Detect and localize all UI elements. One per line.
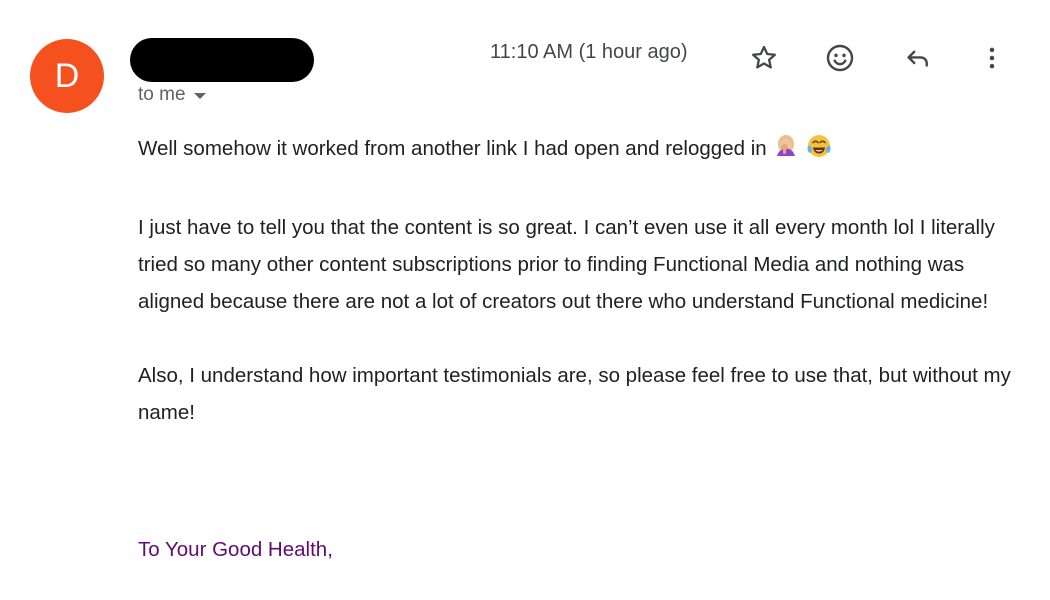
add-reaction-button[interactable]: [820, 38, 860, 78]
reply-button[interactable]: [898, 38, 938, 78]
recipient-label: to me: [138, 84, 186, 105]
star-button[interactable]: [744, 38, 784, 78]
message-paragraph-text: Well somehow it worked from another link…: [138, 137, 767, 160]
woman-facepalming-emoji: [772, 132, 800, 172]
more-options-icon: [989, 47, 995, 69]
chevron-down-icon: [193, 93, 206, 99]
message-body: Well somehow it worked from another link…: [138, 130, 1018, 468]
message-paragraph: I just have to tell you that the content…: [138, 216, 995, 313]
star-icon: [752, 45, 776, 69]
reply-icon: [907, 50, 928, 67]
signature-line: To Your Good Health,: [138, 538, 333, 561]
face-with-tears-of-joy-emoji: [805, 132, 833, 172]
emoji-reaction-icon: [826, 44, 854, 72]
message-paragraph: Also, I understand how important testimo…: [138, 364, 1011, 424]
recipient-details-toggle[interactable]: to me: [138, 84, 206, 106]
message-paragraph: Well somehow it worked from another link…: [138, 130, 1018, 172]
sender-name-redacted: [130, 38, 314, 82]
more-options-button[interactable]: [972, 38, 1012, 78]
message-timestamp: 11:10 AM (1 hour ago): [490, 41, 688, 63]
avatar-initial: D: [54, 57, 80, 95]
sender-avatar[interactable]: D: [30, 39, 104, 113]
